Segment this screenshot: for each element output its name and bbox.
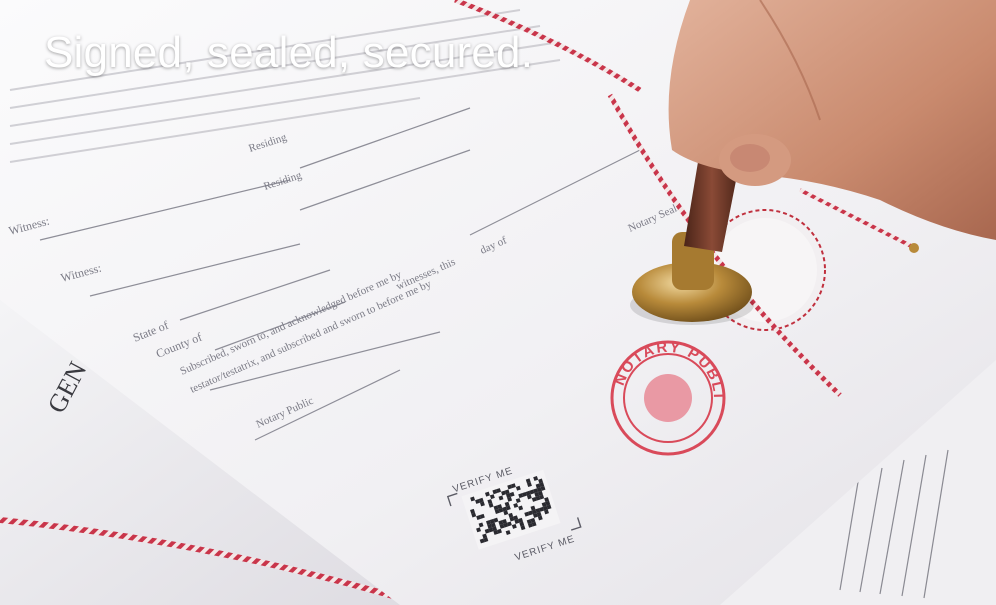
twine-knot [909, 243, 919, 253]
photo-illustration: GEN Witness: Witness: Residing Residing … [0, 0, 996, 605]
photo-scene: Signed, sealed, secured. GEN Witness: Wi… [0, 0, 996, 605]
headline: Signed, sealed, secured. [44, 28, 534, 77]
